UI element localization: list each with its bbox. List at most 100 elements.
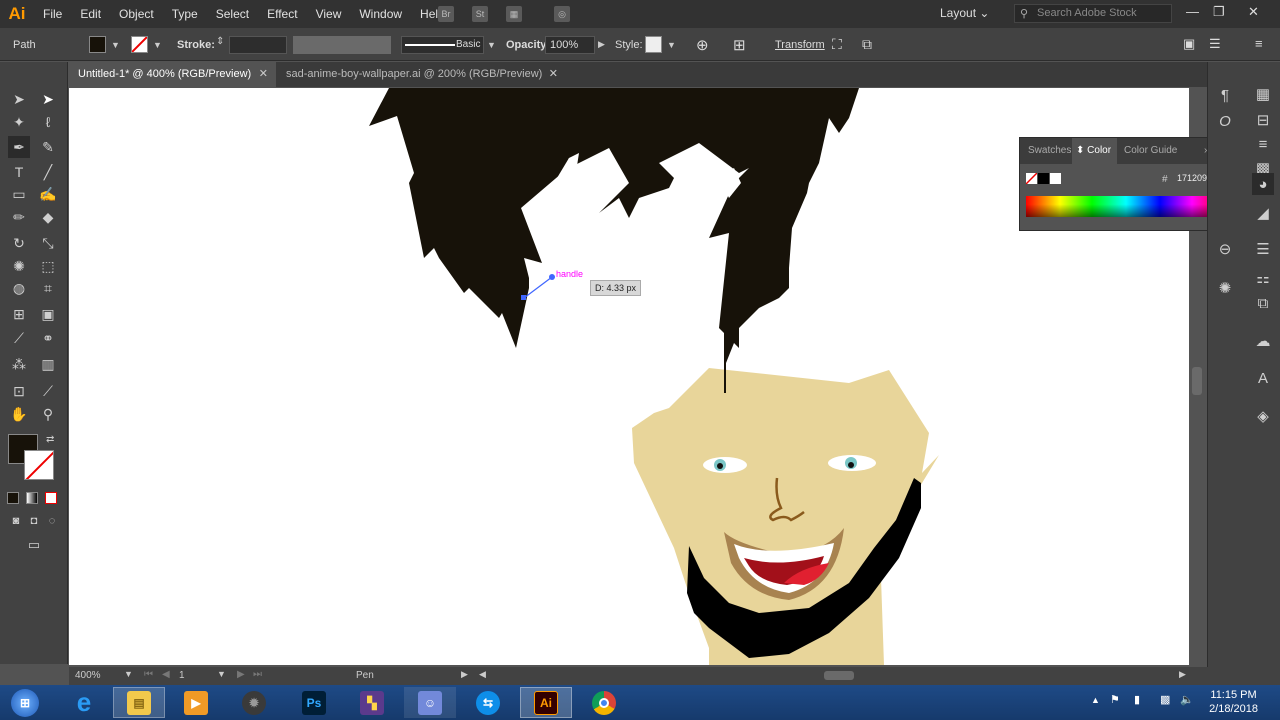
opentype-icon[interactable]: O <box>1214 110 1236 132</box>
perspective-icon[interactable]: ⌗ <box>37 277 59 299</box>
stroke-weight-stepper[interactable]: ⇕ <box>216 36 224 47</box>
gpu-performance-icon[interactable]: ◎ <box>554 6 570 22</box>
magic-wand-icon[interactable]: ✦ <box>8 111 30 133</box>
artboard-number[interactable]: 1 <box>179 670 185 681</box>
free-transform-icon[interactable]: ⬚ <box>37 255 59 277</box>
illustrator-icon[interactable]: Ai <box>520 687 572 718</box>
tray-signal-icon[interactable]: ▮ <box>1134 693 1140 706</box>
rectangle-icon[interactable]: ▭ <box>8 183 30 205</box>
workspace-switcher[interactable]: Layout ⌄ <box>940 6 989 20</box>
scale-icon[interactable]: ⤡ <box>37 232 59 254</box>
menu-file[interactable]: File <box>34 7 71 21</box>
color-guide-icon[interactable]: ◢ <box>1252 202 1274 224</box>
slice-icon[interactable]: ⟋ <box>37 380 59 402</box>
transform-link[interactable]: Transform <box>775 39 825 51</box>
character-icon[interactable]: A <box>1252 367 1274 389</box>
next-artboard-icon[interactable]: ▶ <box>237 669 245 680</box>
horizontal-scrollbar-thumb[interactable] <box>824 671 854 680</box>
tab-sad-anime-boy[interactable]: sad-anime-boy-wallpaper.ai @ 200% (RGB/P… <box>276 62 566 87</box>
lasso-icon[interactable]: ℓ <box>37 111 59 133</box>
white-swatch[interactable] <box>1050 173 1061 184</box>
menu-select[interactable]: Select <box>207 7 258 21</box>
hair-shape[interactable] <box>369 88 859 368</box>
menu-effect[interactable]: Effect <box>258 7 306 21</box>
brush-dropdown-icon[interactable]: ▼ <box>487 40 496 50</box>
screen-mode-icon[interactable]: ▭ <box>23 534 45 556</box>
zoom-icon[interactable]: ⚲ <box>37 403 59 425</box>
zoom-dropdown-icon[interactable]: ▼ <box>124 669 133 679</box>
isolate-object-icon[interactable]: ⛶ <box>832 36 842 53</box>
discord-icon[interactable]: ☺ <box>404 687 456 718</box>
align-icon[interactable]: ⊟ <box>1252 109 1274 131</box>
mesh-icon[interactable]: ⊞ <box>8 303 30 325</box>
close-window-icon[interactable]: ✕ <box>1248 4 1259 20</box>
first-artboard-icon[interactable]: ⏮ <box>144 669 153 680</box>
color-mode-icon[interactable] <box>7 492 19 504</box>
shape-builder-icon[interactable]: ◍ <box>8 277 30 299</box>
menu-object[interactable]: Object <box>110 7 163 21</box>
arrange-documents-icon[interactable]: ▦ <box>506 6 522 22</box>
black-swatch[interactable] <box>1038 173 1049 184</box>
file-explorer-icon[interactable]: ▤ <box>113 687 165 718</box>
graphic-style-swatch[interactable] <box>645 36 662 53</box>
vertical-scrollbar-thumb[interactable] <box>1192 367 1202 395</box>
style-dropdown-icon[interactable]: ▼ <box>667 40 676 50</box>
tray-volume-icon[interactable]: 🔈 <box>1180 693 1194 706</box>
selection-icon[interactable]: ➤ <box>8 88 30 110</box>
anchor-point[interactable] <box>521 295 526 300</box>
blend-icon[interactable]: ⚭ <box>37 327 59 349</box>
prev-artboard-icon[interactable]: ◀ <box>162 669 170 680</box>
bridge-icon[interactable]: Br <box>438 6 454 22</box>
swap-colors-icon[interactable]: ⇄ <box>46 434 54 445</box>
tab-untitled[interactable]: Untitled-1* @ 400% (RGB/Preview) ✕ <box>68 62 276 87</box>
fill-dropdown-icon[interactable]: ▼ <box>111 40 120 50</box>
variable-width-profile[interactable] <box>293 36 391 54</box>
direct-selection-icon[interactable]: ➤ <box>37 88 59 110</box>
arrange-icon[interactable]: ⧉ <box>862 36 872 53</box>
draw-inside-icon[interactable]: ◌ <box>41 510 63 532</box>
system-clock[interactable]: 11:15 PM 2/18/2018 <box>1209 688 1258 716</box>
paragraph-icon[interactable]: ¶ <box>1214 84 1236 106</box>
curvature-icon[interactable]: ✎ <box>37 136 59 158</box>
layers-icon[interactable]: ◈ <box>1252 405 1274 427</box>
artboard-dropdown-icon[interactable]: ▼ <box>217 669 226 679</box>
symbol-sprayer-icon[interactable]: ⁂ <box>8 353 30 375</box>
gradient-mode-icon[interactable] <box>26 492 38 504</box>
search-stock-input[interactable]: ⚲ Search Adobe Stock <box>1014 4 1172 23</box>
gradient-icon[interactable]: ▣ <box>37 303 59 325</box>
eraser-icon[interactable]: ◆ <box>37 206 59 228</box>
artboard-icon[interactable]: ⊡ <box>8 380 30 402</box>
fill-swatch[interactable] <box>89 36 106 53</box>
properties-icon[interactable]: ☰ <box>1209 36 1221 52</box>
stroke-weight-field[interactable] <box>229 36 287 54</box>
media-player-icon[interactable]: ▶ <box>170 687 222 718</box>
stroke-swatch[interactable] <box>131 36 148 53</box>
stroke-panel-icon[interactable]: ≡ <box>1252 133 1274 155</box>
control-menu-icon[interactable]: ≡ <box>1255 36 1263 51</box>
close-tab-icon[interactable]: ✕ <box>549 62 558 87</box>
eyedropper-icon[interactable]: ⟋ <box>8 327 30 349</box>
align-to-icon[interactable]: ⊞ <box>733 36 746 54</box>
none-mode-icon[interactable] <box>45 492 57 504</box>
tray-network-icon[interactable]: ▩ <box>1160 693 1170 706</box>
menu-view[interactable]: View <box>307 7 351 21</box>
grenade-app-icon[interactable]: ✹ <box>228 687 280 718</box>
color-spectrum[interactable] <box>1026 196 1226 217</box>
show-hidden-icons[interactable]: ▲ <box>1091 695 1100 705</box>
close-tab-icon[interactable]: ✕ <box>259 62 268 87</box>
gradient-panel-icon[interactable]: ▦ <box>1252 83 1274 105</box>
scroll-right-icon[interactable]: ▶ <box>1179 669 1186 680</box>
scroll-left-icon[interactable]: ◀ <box>479 669 486 680</box>
graphic-styles-icon[interactable]: ⚏ <box>1252 267 1274 289</box>
paintbrush-icon[interactable]: ✍ <box>37 183 59 205</box>
rotate-icon[interactable]: ↻ <box>8 232 30 254</box>
tab-color[interactable]: ⬍ Color <box>1072 138 1118 164</box>
minimize-icon[interactable]: — <box>1186 4 1199 19</box>
last-artboard-icon[interactable]: ⏭ <box>253 669 262 680</box>
menu-edit[interactable]: Edit <box>71 7 110 21</box>
restore-icon[interactable]: ❐ <box>1213 4 1225 20</box>
zoom-level[interactable]: 400% <box>75 670 101 681</box>
recolor-artwork-icon[interactable]: ⊕ <box>696 36 709 54</box>
graph-icon[interactable]: ▥ <box>37 353 59 375</box>
video-editor-icon[interactable]: ▚ <box>346 687 398 718</box>
